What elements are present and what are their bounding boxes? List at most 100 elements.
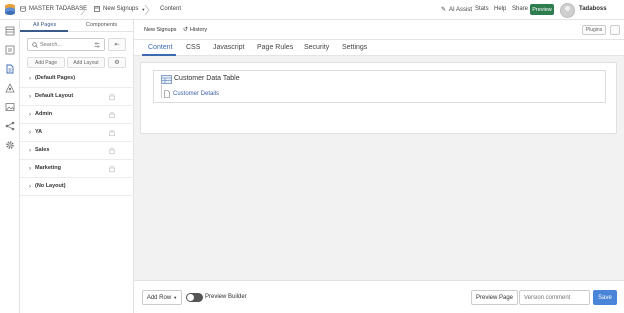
tree-item-ya[interactable]: › YA <box>20 124 134 142</box>
history-icon: ↺ <box>183 27 189 33</box>
tree-item-default-pages[interactable]: › (Default Pages) <box>20 70 134 88</box>
bottom-bar: Add Row ▼ Preview Builder Preview Page S… <box>134 280 624 313</box>
tree-item-label: (No Layout) <box>35 183 66 189</box>
lock-icon <box>109 111 115 118</box>
add-row-button[interactable]: Add Row ▼ <box>142 290 182 305</box>
page-selector-label: New Signups <box>103 6 139 12</box>
ai-assist-label: AI Assist <box>449 6 473 13</box>
breadcrumb-chevron-icon <box>80 4 86 16</box>
tab-settings[interactable]: Settings <box>342 44 367 51</box>
image-icon[interactable] <box>5 102 15 112</box>
page-canvas: Customer Data Table Customer Details <box>140 62 617 134</box>
chevron-right-icon[interactable]: › <box>29 76 31 82</box>
help-link[interactable]: Help <box>494 6 506 12</box>
collapse-icon: ⇤ <box>114 42 120 48</box>
plugins-button[interactable]: Plugins <box>582 25 606 35</box>
save-button[interactable]: Save <box>593 290 617 305</box>
collapse-panel-button[interactable]: ⇤ <box>108 38 126 51</box>
tadabase-logo-icon[interactable] <box>4 3 16 17</box>
search-icon <box>32 42 38 48</box>
tab-all-pages[interactable]: All Pages <box>33 22 56 28</box>
avatar[interactable] <box>560 3 575 18</box>
tree-item-label: YA <box>35 129 43 135</box>
page-selector[interactable]: New Signups ▼ <box>94 6 145 12</box>
page-icon <box>94 6 100 12</box>
breadcrumb-chevron-icon <box>144 4 150 16</box>
tab-page-rules[interactable]: Page Rules <box>257 44 293 51</box>
active-tab-indicator <box>142 54 176 56</box>
tree-item-sales[interactable]: › Sales <box>20 142 134 160</box>
add-row-label: Add Row <box>146 294 172 301</box>
panel-tabs: All Pages Components <box>20 20 134 32</box>
breadcrumb-current: Content <box>160 6 181 12</box>
panel-settings-button[interactable]: ⚙ <box>108 57 126 68</box>
component-title[interactable]: Customer Data Table <box>174 75 240 82</box>
tree-item-label: Default Layout <box>35 93 74 99</box>
page-title: New Signups <box>144 27 177 33</box>
search-input[interactable] <box>40 41 88 49</box>
chevron-right-icon[interactable]: › <box>29 184 31 190</box>
history-label: History <box>190 26 208 33</box>
add-layout-button[interactable]: Add Layout <box>67 57 105 68</box>
share-nodes-icon[interactable] <box>5 121 15 131</box>
icon-rail <box>0 20 20 313</box>
restore-button[interactable] <box>610 25 620 35</box>
lock-icon <box>109 129 115 136</box>
pages-icon[interactable] <box>5 64 15 74</box>
tables-icon[interactable] <box>5 26 15 36</box>
chevron-right-icon[interactable]: › <box>29 94 31 100</box>
tab-css[interactable]: CSS <box>186 44 200 51</box>
wand-icon: ✎ <box>441 7 447 13</box>
tab-components[interactable]: Components <box>86 22 117 28</box>
child-page-link[interactable]: Customer Details <box>173 91 219 97</box>
builder-main: New Signups ↺ History Plugins Content CS… <box>134 20 624 280</box>
tree-item-default-layout[interactable]: › Default Layout <box>20 88 134 106</box>
content-tabs: Content CSS Javascript Page Rules Securi… <box>134 40 624 56</box>
tab-content[interactable]: Content <box>148 44 173 51</box>
preview-page-button[interactable]: Preview Page <box>471 290 518 305</box>
forms-icon[interactable] <box>5 45 15 55</box>
tree-item-admin[interactable]: › Admin <box>20 106 134 124</box>
tree-item-label: Admin <box>35 111 53 117</box>
preview-button[interactable]: Preview <box>530 4 554 15</box>
tree-item-label: (Default Pages) <box>35 75 76 81</box>
chevron-right-icon[interactable]: › <box>29 112 31 118</box>
document-icon <box>164 90 170 98</box>
preview-builder-toggle[interactable] <box>186 293 203 302</box>
active-tab-indicator <box>20 30 68 32</box>
app-name[interactable]: MASTER TADABASE <box>20 6 87 12</box>
gear-icon: ⚙ <box>114 60 120 66</box>
chevron-right-icon[interactable]: › <box>29 166 31 172</box>
breadcrumb-current-label: Content <box>160 6 182 12</box>
caret-down-icon: ▼ <box>173 295 178 300</box>
chevron-right-icon[interactable]: › <box>29 130 31 136</box>
tree-item-no-layout[interactable]: › (No Layout) <box>20 178 134 196</box>
tree-connector <box>161 85 162 98</box>
tree-item-label: Sales <box>35 147 50 153</box>
top-bar: MASTER TADABASE New Signups ▼ Content ✎ … <box>0 0 624 20</box>
user-name[interactable]: Tadaboss <box>579 6 607 12</box>
version-comment-input[interactable] <box>519 290 590 305</box>
ai-assist-button[interactable]: ✎ AI Assist <box>441 6 473 14</box>
lock-icon <box>109 93 115 100</box>
tab-security[interactable]: Security <box>304 44 329 51</box>
add-page-button[interactable]: Add Page <box>27 57 65 68</box>
gear-icon[interactable] <box>5 140 15 150</box>
share-link[interactable]: Share <box>512 6 528 12</box>
stats-link[interactable]: Stats <box>475 6 489 12</box>
help-label: Help <box>494 6 507 12</box>
tree-item-marketing[interactable]: › Marketing <box>20 160 134 178</box>
stats-label: Stats <box>475 6 489 12</box>
database-icon <box>20 6 26 12</box>
tab-javascript[interactable]: Javascript <box>213 44 245 51</box>
component-block[interactable]: Customer Data Table Customer Details <box>153 70 606 103</box>
lock-icon <box>109 165 115 172</box>
page-toolbar: New Signups ↺ History Plugins <box>134 20 624 40</box>
filter-icon[interactable] <box>94 42 100 48</box>
chevron-right-icon[interactable]: › <box>29 148 31 154</box>
history-button[interactable]: ↺ History <box>183 26 208 34</box>
page-search[interactable] <box>27 38 105 51</box>
automation-icon[interactable] <box>5 83 15 93</box>
share-label: Share <box>512 6 529 12</box>
pages-panel: All Pages Components ⇤ Add Page Add Layo… <box>20 20 134 313</box>
